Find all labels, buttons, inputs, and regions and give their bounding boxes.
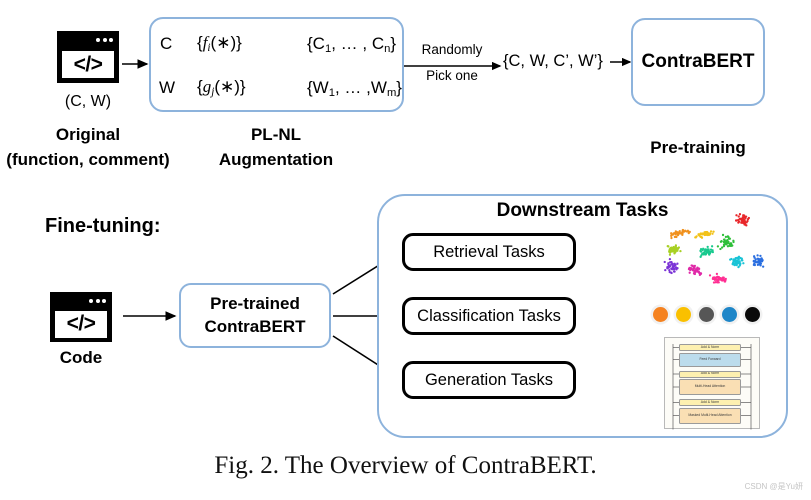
tsne-cluster xyxy=(663,258,679,275)
random-pick-label-bottom: Pick one xyxy=(426,68,478,83)
task-box-generation[interactable]: Generation Tasks xyxy=(402,361,576,399)
augmentation-row1-operator: {fi(∗)} xyxy=(197,33,242,55)
transformer-block: Masked Multi-Head Attention xyxy=(679,407,741,424)
task-label-retrieval: Retrieval Tasks xyxy=(433,242,545,261)
augmentation-row2-output: {W1, … ,Wm} xyxy=(307,78,402,100)
tsne-cluster xyxy=(716,233,735,251)
pretraining-stage-label: Pre-training xyxy=(650,138,746,157)
classification-dot xyxy=(676,307,691,322)
transformer-block: Add & Norm xyxy=(679,344,741,351)
tsne-cluster xyxy=(687,264,703,277)
figure-caption: Fig. 2. The Overview of ContraBERT. xyxy=(214,452,597,479)
augmentation-row2-input: W xyxy=(159,78,176,97)
tsne-cluster xyxy=(735,213,750,227)
selected-set-label: {C, W, C’, W’} xyxy=(503,52,603,70)
pretrained-contrabert-line1: Pre-trained xyxy=(210,294,300,314)
classification-dot xyxy=(722,307,737,322)
tsne-cluster xyxy=(666,244,682,256)
code-icon-titlebar xyxy=(50,292,112,309)
finetuning-section-label: Fine-tuning: xyxy=(45,215,161,237)
code-icon-glyph: </> xyxy=(61,50,115,79)
transformer-block: Add & Norm xyxy=(679,399,741,406)
classification-dot xyxy=(699,307,714,322)
classification-dot xyxy=(653,307,668,322)
random-pick-label-top: Randomly xyxy=(421,42,483,57)
tsne-cluster xyxy=(729,255,745,269)
task-box-retrieval[interactable]: Retrieval Tasks xyxy=(402,233,576,271)
tsne-cluster xyxy=(752,254,765,268)
tsne-cluster xyxy=(670,228,691,240)
code-icon-dot xyxy=(109,37,114,42)
original-title: Original xyxy=(55,125,121,144)
original-code-icon: </> xyxy=(57,31,119,83)
figure-contrabert-overview: </> (C, W) Original (function, comment) … xyxy=(0,0,811,500)
task-label-generation: Generation Tasks xyxy=(424,370,554,389)
augmentation-title-line2: Augmentation xyxy=(218,150,334,169)
transformer-block: Multi-Head Attention xyxy=(679,379,741,395)
finetuning-code-icon: </> xyxy=(50,292,112,342)
augmentation-row2-operator: {gj(∗)} xyxy=(197,77,246,99)
code-icon-dot xyxy=(89,298,94,303)
classification-dot-row xyxy=(653,307,768,322)
augmentation-title-line1: PL-NL xyxy=(250,125,302,144)
original-pair-label: (C, W) xyxy=(64,93,112,110)
tsne-cluster xyxy=(708,272,727,284)
tsne-cluster xyxy=(699,245,714,258)
code-icon-titlebar xyxy=(57,31,119,49)
augmentation-row1-input: C xyxy=(160,34,173,53)
code-icon-dot xyxy=(95,298,100,303)
code-icon-dot xyxy=(102,37,107,42)
transformer-block: Feed Forward xyxy=(679,352,741,367)
watermark: CSDN @是Yu妍 xyxy=(744,482,803,491)
finetuning-source-caption: Code xyxy=(59,348,103,367)
transformer-block: Add & Norm xyxy=(679,370,741,378)
original-subtitle: (function, comment) xyxy=(6,150,170,169)
code-icon-dot xyxy=(102,298,107,303)
classification-dot xyxy=(745,307,760,322)
task-label-classification: Classification Tasks xyxy=(417,306,561,325)
code-icon-glyph: </> xyxy=(54,311,108,338)
pretrained-contrabert-box: Pre-trained ContraBERT xyxy=(179,283,331,348)
tsne-cluster xyxy=(694,230,715,239)
task-box-classification[interactable]: Classification Tasks xyxy=(402,297,576,335)
augmentation-row1-output: {C1, … , Cn} xyxy=(307,34,397,56)
tsne-cluster-plot xyxy=(663,213,765,284)
code-icon-dot xyxy=(96,37,101,42)
transformer-diagram: Add & Norm Feed Forward Add & Norm Multi-He… xyxy=(664,337,760,430)
pretrained-contrabert-line2: ContraBERT xyxy=(204,316,306,336)
contrabert-model-box: ContraBERT xyxy=(631,18,765,106)
contrabert-model-label: ContraBERT xyxy=(641,51,755,72)
